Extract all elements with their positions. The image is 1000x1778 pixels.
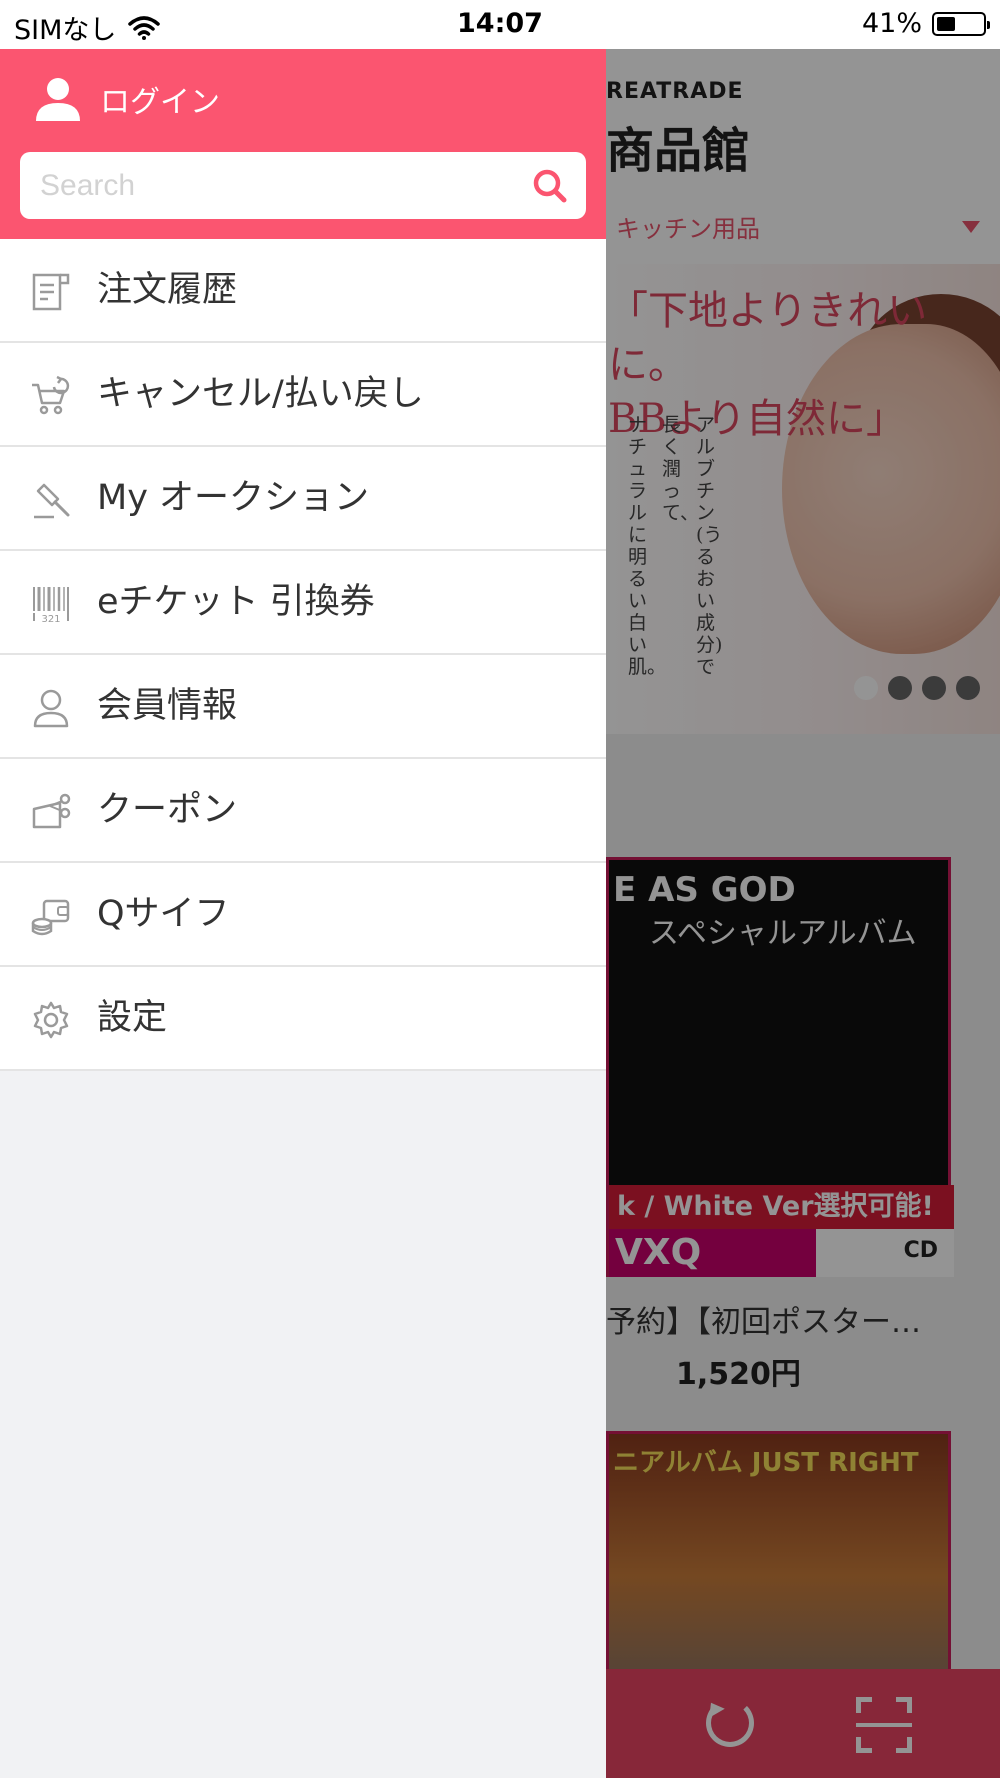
menu-label: 会員情報 <box>97 686 238 726</box>
gear-icon <box>33 1001 69 1039</box>
person-icon <box>33 689 69 728</box>
login-label: ログイン <box>100 85 220 120</box>
status-bar: SIMなし 14:07 41% <box>0 0 1000 49</box>
svg-text:321: 321 <box>41 614 60 625</box>
menu-label: 注文履歴 <box>97 270 238 310</box>
battery-fill <box>937 16 955 31</box>
menu-label: キャンセル/払い戻し <box>97 374 424 414</box>
status-right: 41% <box>861 8 990 39</box>
barcode-icon: 321 <box>33 587 69 625</box>
menu-label: Qサイフ <box>97 894 230 934</box>
login-button[interactable]: ログイン <box>34 75 220 123</box>
background-app: REATRADE 商品館 キッチン用品 「下地よりきれいに。 BBより自然に」 … <box>606 49 1000 1778</box>
status-time: 14:07 <box>457 8 543 39</box>
search-icon[interactable] <box>532 168 568 204</box>
drawer-header: ログイン <box>0 49 606 239</box>
menu-label: My オークション <box>97 478 370 518</box>
menu-item-settings[interactable]: 設定 <box>0 967 606 1071</box>
menu-label: クーポン <box>97 790 238 830</box>
menu-label: eチケット 引換券 <box>97 582 375 622</box>
menu-item-eticket[interactable]: 321 eチケット 引換券 <box>0 551 606 655</box>
menu-label: 設定 <box>97 998 168 1038</box>
drawer-scrim[interactable] <box>606 49 1000 1778</box>
menu-item-cancel-refund[interactable]: キャンセル/払い戻し <box>0 343 606 447</box>
receipt-icon <box>32 273 70 311</box>
menu-item-coupon[interactable]: クーポン <box>0 759 606 863</box>
search-box <box>20 152 586 219</box>
battery-icon <box>932 11 990 36</box>
coupon-icon <box>32 793 71 829</box>
menu-item-order-history[interactable]: 注文履歴 <box>0 239 606 343</box>
side-drawer: ログイン 注文履歴 <box>0 49 606 1778</box>
menu-item-my-auction[interactable]: My オークション <box>0 447 606 551</box>
drawer-menu: 注文履歴 キャンセル/払い戻し My オークション 321 eチケット 引換券 … <box>0 239 606 1071</box>
search-input[interactable] <box>40 152 520 219</box>
auction-gavel-icon <box>34 483 70 519</box>
cart-return-icon <box>32 375 70 415</box>
battery-percent: 41% <box>861 8 922 39</box>
menu-item-member-info[interactable]: 会員情報 <box>0 655 606 759</box>
user-icon <box>36 78 80 121</box>
menu-item-qsaifu[interactable]: Qサイフ <box>0 863 606 967</box>
wallet-icon <box>31 899 70 936</box>
